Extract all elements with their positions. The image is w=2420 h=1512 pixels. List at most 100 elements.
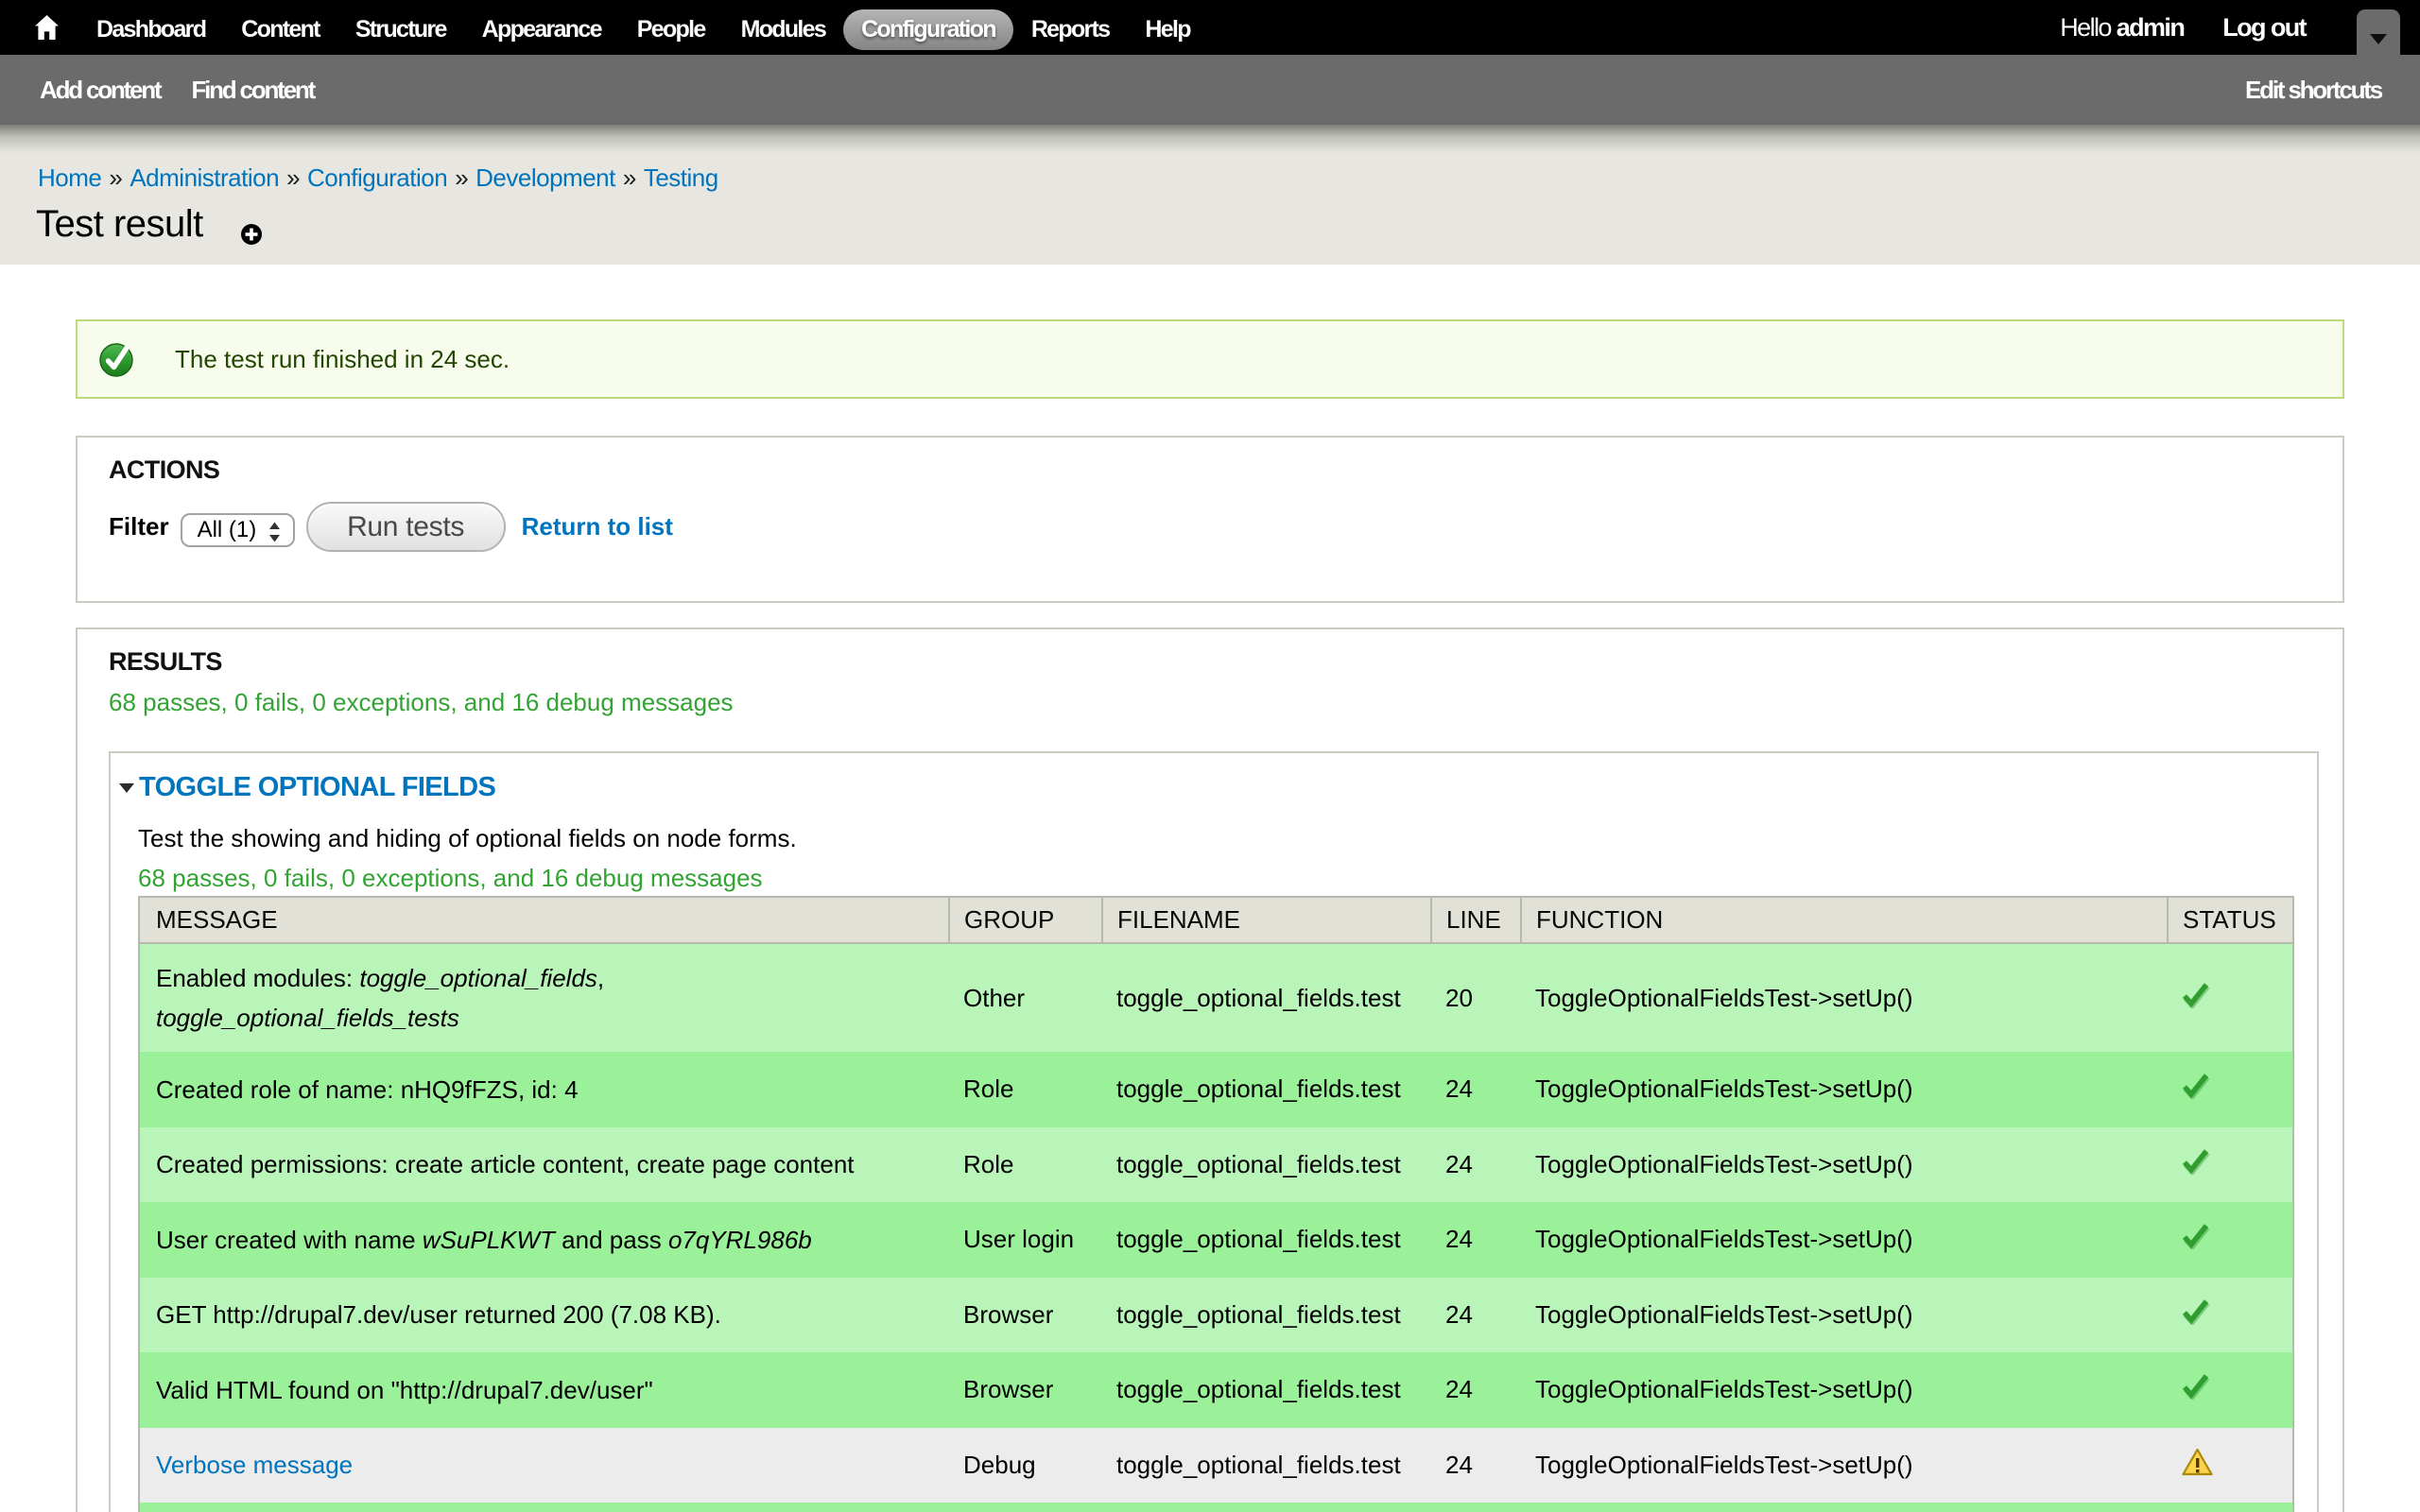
breadcrumb-separator: »	[101, 163, 130, 192]
toolbar-item-modules: Modules	[723, 5, 844, 50]
message-text: Valid HTML found on "http://drupal7.dev/…	[156, 1376, 653, 1404]
toolbar-link-structure[interactable]: Structure	[337, 9, 464, 50]
cell-group: User login	[949, 1202, 1102, 1278]
cell-message: User created with name wSuPLKWT and pass…	[139, 1202, 949, 1278]
results-summary: 68 passes, 0 fails, 0 exceptions, and 16…	[109, 690, 2342, 714]
checkmark-icon	[2182, 1148, 2210, 1175]
cell-message: Verbose message	[139, 1428, 949, 1503]
cell-group: Browser	[949, 1352, 1102, 1428]
toolbar-link-content[interactable]: Content	[223, 9, 337, 50]
cell-group: Browser	[949, 1278, 1102, 1353]
cell-group: Role	[949, 1052, 1102, 1127]
toolbar-item-structure: Structure	[337, 5, 464, 50]
shortcut-bar: Add content Find content Edit shortcuts	[0, 55, 2420, 125]
cell-status	[2168, 943, 2293, 1052]
message-text: User created with name	[156, 1226, 423, 1254]
run-tests-button[interactable]: Run tests	[306, 502, 506, 552]
message-em: toggle_optional_fields	[359, 964, 597, 992]
toolbar-item-help: Help	[1127, 5, 1207, 50]
home-button[interactable]	[0, 0, 59, 55]
main-content: The test run finished in 24 sec. ACTIONS…	[76, 265, 2344, 1512]
breadcrumb: Home»Administration»Configuration»Develo…	[38, 163, 718, 193]
add-shortcut-button[interactable]	[240, 223, 263, 246]
logout-link[interactable]: Log out	[2222, 13, 2306, 43]
cell-filename: toggle_optional_fields.test	[1102, 1202, 1431, 1278]
collapse-arrow-icon	[119, 783, 134, 793]
breadcrumb-separator: »	[447, 163, 475, 192]
toolbar-link-people[interactable]: People	[619, 9, 723, 50]
breadcrumb-link-development[interactable]: Development	[475, 163, 615, 192]
test-group-title-link[interactable]: TOGGLE OPTIONAL FIELDS	[139, 772, 495, 803]
test-group-summary: 68 passes, 0 fails, 0 exceptions, and 16…	[138, 866, 2317, 890]
cell-status	[2168, 1202, 2293, 1278]
toolbar-link-configuration[interactable]: Configuration	[843, 9, 1013, 50]
cell-group: Role	[949, 1127, 1102, 1203]
table-row: Created permissions: create article cont…	[139, 1127, 2293, 1203]
message-text: Enabled modules:	[156, 964, 359, 992]
test-group-description: Test the showing and hiding of optional …	[138, 826, 2317, 850]
toolbar-item-configuration: Configuration	[843, 5, 1013, 50]
edit-shortcuts-link[interactable]: Edit shortcuts	[2245, 76, 2381, 105]
checkmark-icon	[2182, 1073, 2210, 1099]
message-em: o7qYRL986b	[668, 1226, 812, 1254]
actions-fieldset: ACTIONS Filter All (1) Run tests Return …	[76, 436, 2344, 603]
message-text: GET http://drupal7.dev/user returned 200…	[156, 1300, 721, 1329]
results-legend: RESULTS	[109, 649, 2342, 675]
toolbar-item-reports: Reports	[1013, 5, 1128, 50]
return-to-list-link[interactable]: Return to list	[522, 512, 673, 541]
cell-function: ToggleOptionalFieldsTest->setUp()	[1521, 1202, 2168, 1278]
table-row: Verbose messageDebugtoggle_optional_fiel…	[139, 1428, 2293, 1503]
edit-shortcuts-wrap: Edit shortcuts	[2245, 55, 2381, 125]
table-row	[139, 1503, 2293, 1512]
toolbar-link-dashboard[interactable]: Dashboard	[78, 9, 223, 50]
user-name: admin	[2117, 13, 2185, 42]
test-group-fieldset: TOGGLE OPTIONAL FIELDS Test the showing …	[109, 751, 2319, 1512]
toolbar-item-content: Content	[223, 5, 337, 50]
cell-function: ToggleOptionalFieldsTest->setUp()	[1521, 1428, 2168, 1503]
shortcut-link-find-content[interactable]: Find content	[191, 76, 314, 105]
toolbar-link-reports[interactable]: Reports	[1013, 9, 1128, 50]
table-row: User created with name wSuPLKWT and pass…	[139, 1202, 2293, 1278]
filter-select[interactable]: All (1)	[181, 513, 295, 547]
cell-message: Enabled modules: toggle_optional_fields,…	[139, 943, 949, 1052]
cell-filename: toggle_optional_fields.test	[1102, 1052, 1431, 1127]
column-header-function: FUNCTION	[1521, 897, 2168, 943]
cell-line: 24	[1431, 1202, 1521, 1278]
toolbar-link-modules[interactable]: Modules	[723, 9, 844, 50]
filter-select-value: All (1)	[198, 517, 257, 543]
toolbar-item-people: People	[619, 5, 723, 50]
column-header-status: STATUS	[2168, 897, 2293, 943]
breadcrumb-link-administration[interactable]: Administration	[130, 163, 279, 192]
table-row: Enabled modules: toggle_optional_fields,…	[139, 943, 2293, 1052]
verbose-message-link[interactable]: Verbose message	[156, 1451, 353, 1479]
cell-function: ToggleOptionalFieldsTest->setUp()	[1521, 1278, 2168, 1353]
breadcrumb-link-testing[interactable]: Testing	[644, 163, 718, 192]
cell-status	[2168, 1428, 2293, 1503]
column-header-filename: FILENAME	[1102, 897, 1431, 943]
column-header-message: MESSAGE	[139, 897, 949, 943]
cell-line: 24	[1431, 1052, 1521, 1127]
message-em: wSuPLKWT	[423, 1226, 555, 1254]
cell-function: ToggleOptionalFieldsTest->setUp()	[1521, 1352, 2168, 1428]
cell-line: 24	[1431, 1428, 1521, 1503]
cell-line	[1431, 1503, 1521, 1512]
table-row: GET http://drupal7.dev/user returned 200…	[139, 1278, 2293, 1353]
checkmark-icon	[2182, 1298, 2210, 1325]
toolbar-link-appearance[interactable]: Appearance	[464, 9, 619, 50]
cell-status	[2168, 1278, 2293, 1353]
toolbar-link-help[interactable]: Help	[1127, 9, 1207, 50]
message-text: ,	[597, 964, 604, 992]
cell-message: GET http://drupal7.dev/user returned 200…	[139, 1278, 949, 1353]
actions-legend: ACTIONS	[109, 457, 2342, 483]
checkmark-icon	[2182, 1373, 2210, 1400]
shortcut-link-add-content[interactable]: Add content	[40, 76, 160, 105]
breadcrumb-separator: »	[279, 163, 307, 192]
cell-filename: toggle_optional_fields.test	[1102, 1428, 1431, 1503]
breadcrumb-link-home[interactable]: Home	[38, 163, 101, 192]
chevron-down-icon	[2370, 34, 2387, 44]
cell-status	[2168, 1503, 2293, 1512]
toolbar-shadow	[0, 125, 2420, 153]
breadcrumb-separator: »	[615, 163, 644, 192]
breadcrumb-link-configuration[interactable]: Configuration	[307, 163, 447, 192]
filter-row: Filter All (1) Run tests Return to list	[109, 502, 2342, 552]
